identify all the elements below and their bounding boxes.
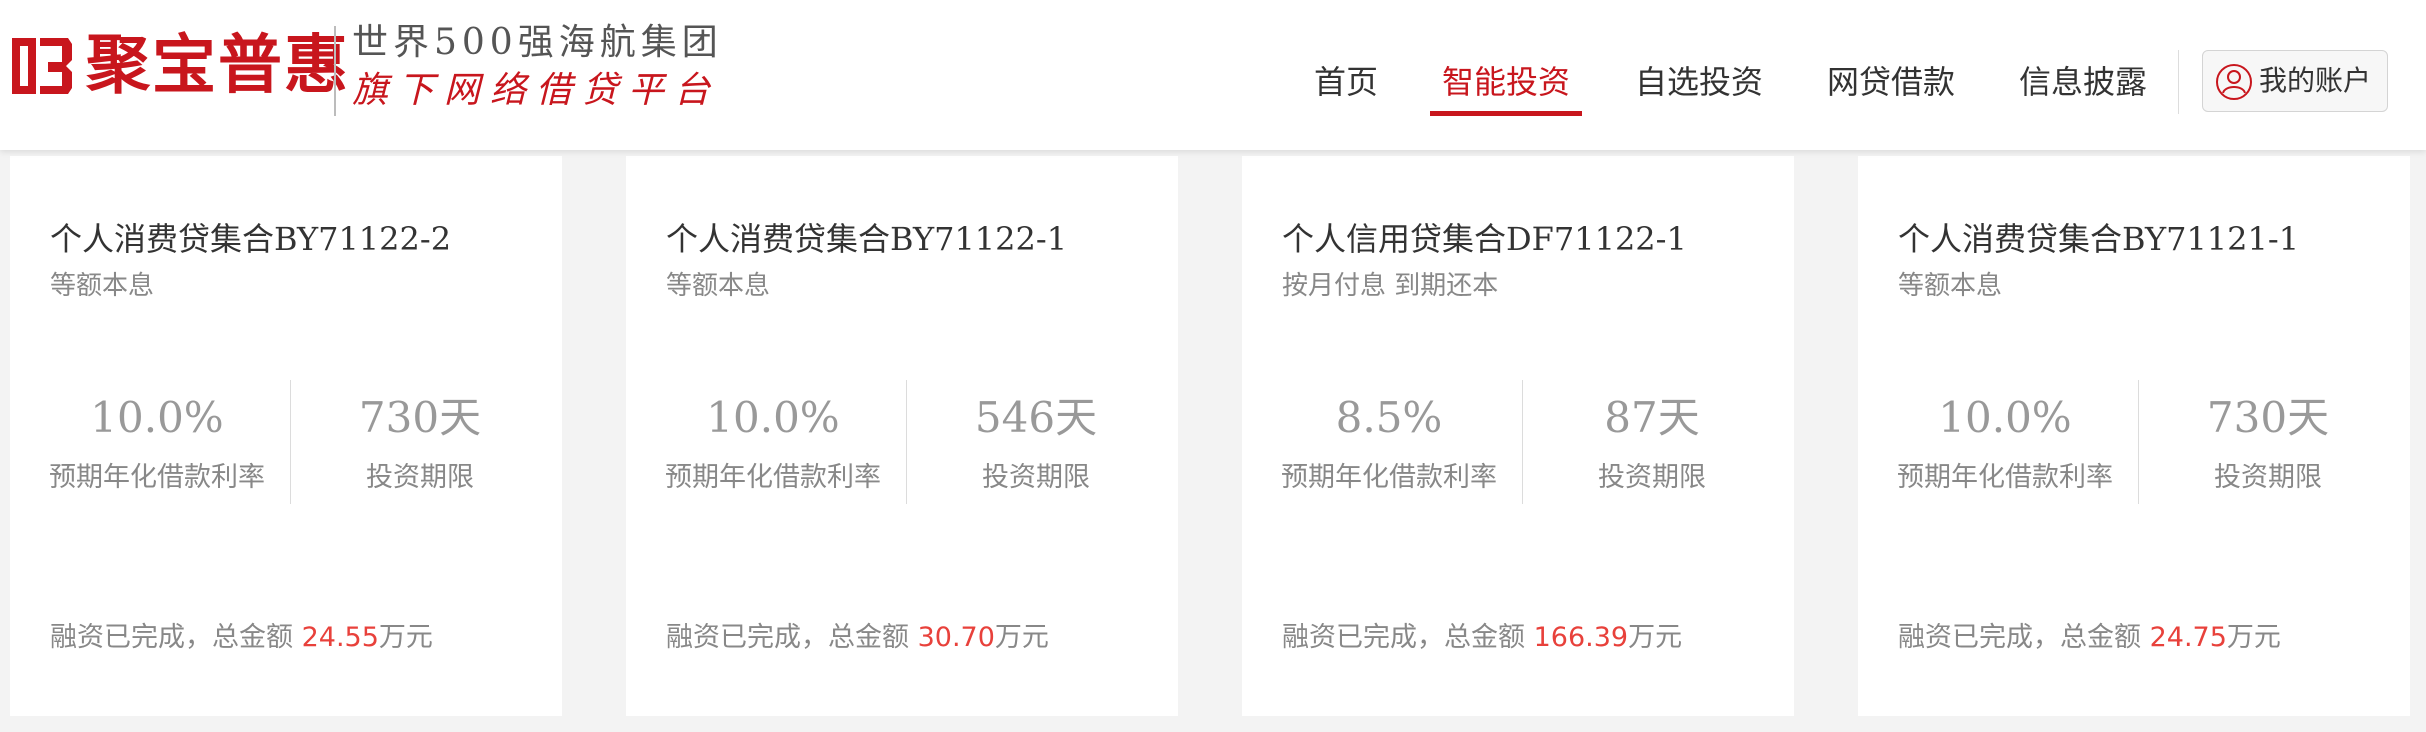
product-card[interactable]: 个人信用贷集合DF71122-1 按月付息 到期还本 8.5% 预期年化借款利率… (1242, 156, 1794, 716)
term-label: 投资期限 (366, 462, 474, 493)
term-label: 投资期限 (2214, 462, 2322, 493)
brand-logo-icon[interactable] (10, 34, 74, 98)
user-icon (2216, 64, 2252, 100)
nav-item-disclosure[interactable]: 信息披露 (2019, 58, 2147, 106)
repayment-method: 按月付息 到期还本 (1282, 271, 1499, 301)
product-card[interactable]: 个人消费贷集合BY71122-2 等额本息 10.0% 预期年化借款利率 730… (10, 156, 562, 716)
brand-slogan-line2: 旗下网络借贷平台 (352, 70, 721, 111)
brand-name[interactable]: 聚宝普惠 (86, 26, 350, 106)
stat-divider (906, 380, 907, 504)
term-value: 730天 (358, 393, 482, 442)
my-account-label: 我的账户 (2259, 64, 2372, 97)
funding-amount: 166.39 (1533, 622, 1629, 653)
funding-status: 融资已完成，总金额 166.39万元 (1282, 618, 1682, 658)
product-title[interactable]: 个人消费贷集合BY71122-1 (666, 216, 1067, 262)
funding-amount: 24.75 (2149, 622, 2227, 653)
product-title[interactable]: 个人消费贷集合BY71122-2 (50, 216, 451, 262)
rate-label: 预期年化借款利率 (1281, 462, 1497, 493)
funding-status-prefix: 融资已完成，总金额 (1282, 622, 1534, 653)
stat-divider (1522, 380, 1523, 504)
funding-status: 融资已完成，总金额 24.75万元 (1898, 618, 2281, 658)
repayment-method: 等额本息 (666, 271, 771, 301)
funding-status-prefix: 融资已完成，总金额 (1898, 622, 2150, 653)
term-label: 投资期限 (982, 462, 1090, 493)
rate-value: 10.0% (706, 393, 840, 442)
term-value: 87天 (1604, 393, 1700, 442)
rate-value: 10.0% (90, 393, 224, 442)
nav-item-smart-invest[interactable]: 智能投资 (1442, 58, 1570, 106)
repayment-method: 等额本息 (50, 271, 155, 301)
logo-divider (334, 26, 336, 116)
funding-amount: 24.55 (301, 622, 379, 653)
nav-item-home[interactable]: 首页 (1314, 58, 1378, 106)
nav-separator (2178, 50, 2179, 114)
rate-value: 8.5% (1335, 393, 1443, 442)
term-value: 730天 (2206, 393, 2330, 442)
funding-status-prefix: 融资已完成，总金额 (50, 622, 302, 653)
rate-label: 预期年化借款利率 (665, 462, 881, 493)
rate-value: 10.0% (1938, 393, 2072, 442)
stat-divider (290, 380, 291, 504)
product-card[interactable]: 个人消费贷集合BY71121-1 等额本息 10.0% 预期年化借款利率 730… (1858, 156, 2410, 716)
product-card[interactable]: 个人消费贷集合BY71122-1 等额本息 10.0% 预期年化借款利率 546… (626, 156, 1178, 716)
term-value: 546天 (974, 393, 1098, 442)
product-title[interactable]: 个人信用贷集合DF71122-1 (1282, 216, 1687, 262)
stat-divider (2138, 380, 2139, 504)
term-label: 投资期限 (1598, 462, 1706, 493)
funding-unit: 万元 (2226, 622, 2281, 653)
funding-unit: 万元 (994, 622, 1049, 653)
funding-status: 融资已完成，总金额 30.70万元 (666, 618, 1049, 658)
brand-slogan-line1: 世界500强海航集团 (352, 22, 723, 63)
repayment-method: 等额本息 (1898, 271, 2003, 301)
funding-unit: 万元 (1628, 622, 1683, 653)
funding-unit: 万元 (378, 622, 433, 653)
funding-status: 融资已完成，总金额 24.55万元 (50, 618, 433, 658)
nav-item-p2p-loan[interactable]: 网贷借款 (1827, 58, 1955, 106)
funding-amount: 30.70 (917, 622, 995, 653)
product-title[interactable]: 个人消费贷集合BY71121-1 (1898, 216, 2299, 262)
nav-active-indicator (1430, 111, 1582, 116)
rate-label: 预期年化借款利率 (1897, 462, 2113, 493)
my-account-button[interactable]: 我的账户 (2202, 50, 2388, 112)
nav-item-self-invest[interactable]: 自选投资 (1635, 58, 1763, 106)
funding-status-prefix: 融资已完成，总金额 (666, 622, 918, 653)
rate-label: 预期年化借款利率 (49, 462, 265, 493)
site-header: 聚宝普惠 世界500强海航集团 旗下网络借贷平台 首页 智能投资 自选投资 网贷… (0, 0, 2426, 150)
